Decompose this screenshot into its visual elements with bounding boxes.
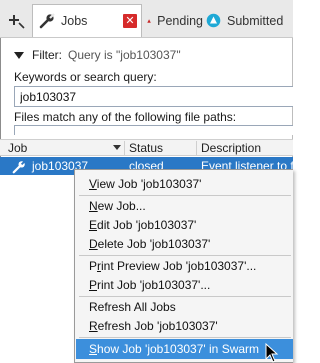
menu-item-print-job[interactable]: Print Job 'job103037'... [76,276,293,294]
menu-item-print-preview[interactable]: Print Preview Job 'job103037'... [76,257,293,275]
context-menu: View Job 'job103037' New Job... Edit Job… [74,169,293,363]
tab-pending[interactable]: Pending [145,4,203,37]
column-header-description[interactable]: Description [197,141,293,156]
menu-item-new-job[interactable]: New Job... [76,197,293,215]
tab-jobs-label: Jobs [61,14,88,28]
tab-bar: Jobs ✕ Pending Submitted [0,0,293,38]
filter-label: Filter: [32,48,62,62]
menu-separator [79,337,291,338]
tab-submitted-label: Submitted [227,13,284,28]
menu-item-show-in-swarm[interactable]: Show Job 'job103037' in Swarm [76,339,293,359]
column-header-status[interactable]: Status [125,141,197,156]
new-tab-button[interactable] [4,4,30,37]
wrench-icon [12,159,26,173]
files-paths-input[interactable] [14,125,293,135]
keywords-input[interactable] [14,86,293,107]
menu-separator [79,296,291,297]
tab-jobs[interactable]: Jobs ✕ [32,4,142,37]
menu-item-edit-job[interactable]: Edit Job 'job103037' [76,216,293,234]
menu-item-refresh-job[interactable]: Refresh Job 'job103037' [76,317,293,335]
close-tab-icon[interactable]: ✕ [123,14,137,28]
collapse-triangle-icon[interactable] [14,51,24,59]
sort-desc-icon [113,145,121,150]
red-triangle-icon [147,18,151,23]
filter-query-text: Query is "job103037" [68,48,181,62]
wrench-icon [39,13,55,29]
keywords-label: Keywords or search query: [14,70,157,84]
tab-submitted[interactable]: Submitted [204,4,293,37]
menu-item-delete-job[interactable]: Delete Job 'job103037' [76,235,293,253]
filter-header[interactable]: Filter: Query is "job103037" [14,46,181,64]
menu-item-view-job[interactable]: View Job 'job103037' [76,175,293,193]
submitted-icon [206,13,221,28]
column-header-job[interactable]: Job [0,141,125,156]
mouse-pointer-icon [265,343,279,363]
menu-item-refresh-all[interactable]: Refresh All Jobs [76,298,293,316]
menu-separator [79,255,291,256]
add-tab-icon [9,14,25,29]
files-label: Files match any of the following file pa… [14,110,237,124]
tab-pending-label: Pending [157,13,203,28]
jobs-grid-header: Job Status Description [0,139,293,156]
menu-separator [79,195,291,196]
